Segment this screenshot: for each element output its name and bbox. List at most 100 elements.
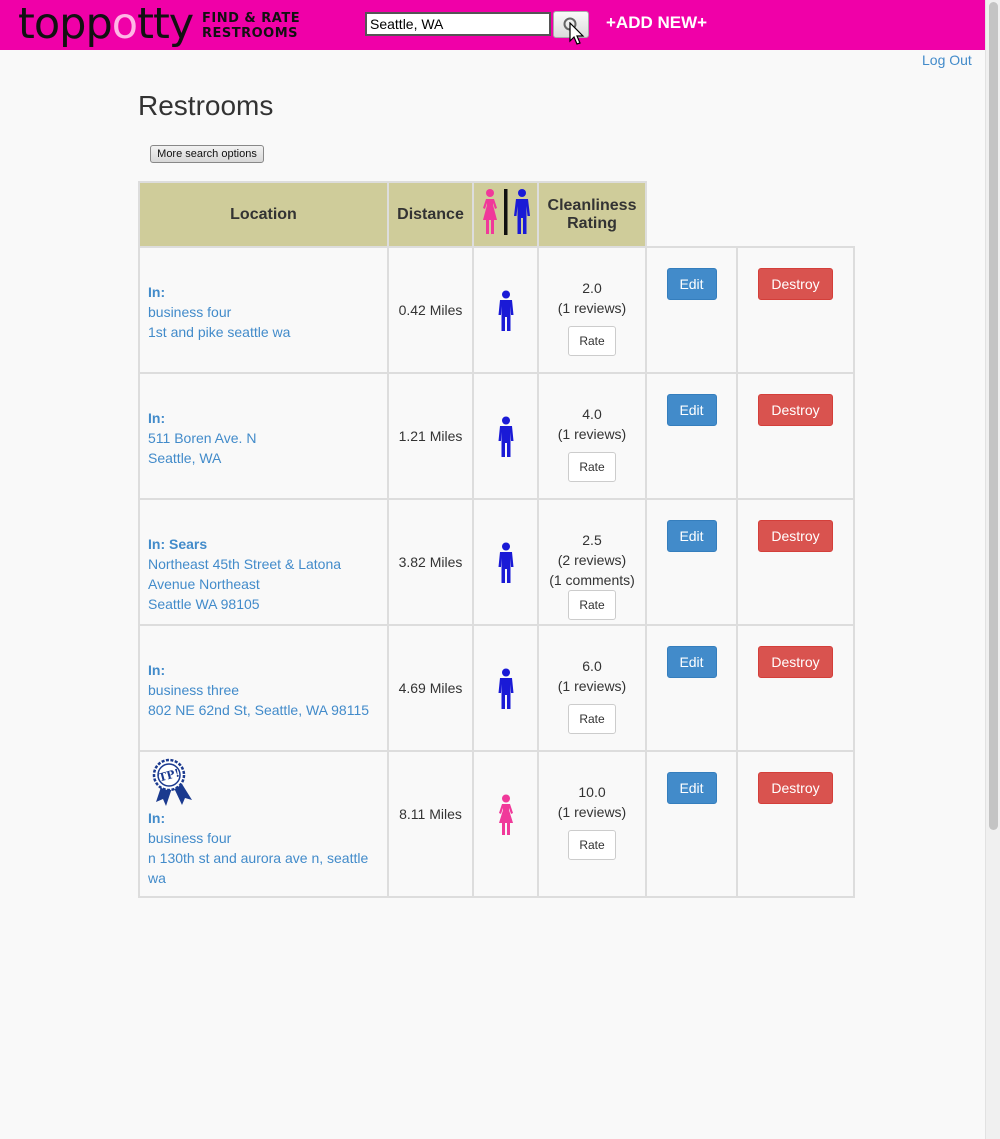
location-prefix: In: Sears bbox=[148, 536, 208, 552]
toppotty-logo[interactable]: toppotty bbox=[18, 0, 194, 50]
destroy-button[interactable]: Destroy bbox=[758, 394, 833, 426]
rate-button[interactable]: Rate bbox=[568, 326, 616, 356]
edit-button[interactable]: Edit bbox=[666, 772, 717, 804]
address-line: 1st and pike seattle wa bbox=[148, 324, 291, 340]
vertical-scrollbar[interactable] bbox=[985, 0, 1000, 1139]
location-prefix: In: bbox=[148, 810, 166, 826]
gender-cell bbox=[472, 624, 539, 752]
logo-text-part: o bbox=[111, 0, 138, 49]
mouse-cursor-icon bbox=[569, 22, 585, 45]
location-text[interactable]: In: 511 Boren Ave. N Seattle, WA bbox=[140, 374, 387, 468]
address-line: Seattle, WA bbox=[148, 450, 222, 466]
rate-button[interactable]: Rate bbox=[568, 452, 616, 482]
table-row: In: 511 Boren Ave. N Seattle, WA 1.21 Miles… bbox=[138, 372, 855, 500]
review-count: (1 reviews) bbox=[557, 678, 627, 694]
edit-cell: Edit bbox=[645, 372, 738, 500]
review-count: (2 reviews) bbox=[557, 552, 627, 568]
top-bar: toppotty FIND & RATE RESTROOMS +ADD NEW+ bbox=[0, 0, 985, 50]
restroom-icon bbox=[482, 189, 530, 235]
rating-value: 10.0 bbox=[578, 784, 606, 800]
location-cell: In: business four 1st and pike seattle wa bbox=[138, 246, 389, 374]
review-count: (1 reviews) bbox=[557, 300, 627, 316]
location-search-input[interactable] bbox=[365, 12, 551, 36]
table-row: In: business four 1st and pike seattle wa 0… bbox=[138, 246, 855, 374]
destroy-button[interactable]: Destroy bbox=[758, 772, 833, 804]
table-header-row: Location Distance Cleanliness Rating bbox=[138, 181, 854, 248]
more-search-options-button[interactable]: More search options bbox=[150, 145, 264, 163]
rating-cell: 4.0 (1 reviews) Rate bbox=[537, 372, 647, 500]
edit-button[interactable]: Edit bbox=[666, 268, 717, 300]
tagline-line-2: RESTROOMS bbox=[202, 26, 299, 41]
tp-award-badge-icon: TP! bbox=[152, 758, 192, 806]
edit-cell: Edit bbox=[645, 624, 738, 752]
rating-value: 2.0 bbox=[582, 280, 602, 296]
address-line: Avenue Northeast bbox=[148, 576, 260, 592]
location-header: Location bbox=[138, 181, 389, 248]
destroy-cell: Destroy bbox=[736, 624, 855, 752]
edit-button[interactable]: Edit bbox=[666, 520, 717, 552]
table-row: In: Sears Northeast 45th Street & Latona A… bbox=[138, 498, 855, 626]
add-new-link[interactable]: +ADD NEW+ bbox=[606, 13, 707, 33]
address-line: business four bbox=[148, 830, 232, 846]
gender-header bbox=[472, 181, 539, 248]
distance-value: 0.42 Miles bbox=[398, 302, 463, 318]
distance-cell: 0.42 Miles bbox=[387, 246, 474, 374]
location-cell: TP! In: business four n 130th st and aurora… bbox=[138, 750, 389, 898]
rating-cell: 2.0 (1 reviews) Rate bbox=[537, 246, 647, 374]
gender-cell bbox=[472, 498, 539, 626]
rate-button[interactable]: Rate bbox=[568, 830, 616, 860]
distance-cell: 1.21 Miles bbox=[387, 372, 474, 500]
page-title: Restrooms bbox=[138, 90, 274, 121]
rating-value: 6.0 bbox=[582, 658, 602, 674]
edit-cell: Edit bbox=[645, 750, 738, 898]
tagline: FIND & RATE RESTROOMS bbox=[202, 11, 300, 41]
edit-button[interactable]: Edit bbox=[666, 394, 717, 426]
rate-button[interactable]: Rate bbox=[568, 590, 616, 620]
address-line: business four bbox=[148, 304, 232, 320]
male-icon bbox=[498, 542, 513, 583]
location-text[interactable]: In: business four 1st and pike seattle wa bbox=[140, 248, 387, 342]
distance-header: Distance bbox=[387, 181, 474, 248]
destroy-button[interactable]: Destroy bbox=[758, 268, 833, 300]
address-line: wa bbox=[148, 870, 166, 886]
location-prefix: In: bbox=[148, 662, 166, 678]
rate-button[interactable]: Rate bbox=[568, 704, 616, 734]
destroy-cell: Destroy bbox=[736, 246, 855, 374]
logout-link[interactable]: Log Out bbox=[922, 52, 972, 68]
location-prefix: In: bbox=[148, 410, 166, 426]
destroy-cell: Destroy bbox=[736, 498, 855, 626]
address-line: 802 NE 62nd St, Seattle, WA 98115 bbox=[148, 702, 370, 718]
comment-count: (1 comments) bbox=[549, 572, 635, 588]
address-line: business three bbox=[148, 682, 240, 698]
male-icon bbox=[498, 668, 513, 709]
edit-button[interactable]: Edit bbox=[666, 646, 717, 678]
scrollbar-thumb[interactable] bbox=[989, 2, 998, 830]
distance-value: 3.82 Miles bbox=[398, 554, 463, 570]
location-text[interactable]: In: Sears Northeast 45th Street & Latona A… bbox=[140, 500, 387, 614]
male-icon bbox=[498, 290, 513, 331]
review-count: (1 reviews) bbox=[557, 426, 627, 442]
rating-value: 4.0 bbox=[582, 406, 602, 422]
rating-cell: 2.5 (2 reviews) (1 comments) Rate bbox=[537, 498, 647, 626]
distance-cell: 4.69 Miles bbox=[387, 624, 474, 752]
location-cell: In: 511 Boren Ave. N Seattle, WA bbox=[138, 372, 389, 500]
cleanliness-rating-header: Cleanliness Rating bbox=[537, 181, 647, 248]
edit-cell: Edit bbox=[645, 498, 738, 626]
review-count: (1 reviews) bbox=[557, 804, 627, 820]
rating-value: 2.5 bbox=[582, 532, 602, 548]
location-text[interactable]: In: business three 802 NE 62nd St, Seattle… bbox=[140, 626, 387, 720]
address-line: Northeast 45th Street & Latona bbox=[148, 556, 342, 572]
destroy-button[interactable]: Destroy bbox=[758, 646, 833, 678]
gender-cell bbox=[472, 246, 539, 374]
distance-value: 8.11 Miles bbox=[399, 806, 462, 822]
distance-cell: 8.11 Miles bbox=[387, 750, 474, 898]
address-line: n 130th st and aurora ave n, seattle bbox=[148, 850, 369, 866]
male-icon bbox=[498, 416, 513, 457]
destroy-button[interactable]: Destroy bbox=[758, 520, 833, 552]
header-spacer bbox=[737, 182, 854, 247]
logo-text-part: topp bbox=[18, 0, 113, 49]
location-text[interactable]: TP! In: business four n 130th st and aurora… bbox=[140, 752, 387, 888]
tagline-line-1: FIND & RATE bbox=[202, 11, 301, 26]
cleanliness-header-line-1: Cleanliness bbox=[547, 196, 637, 214]
rating-cell: 6.0 (1 reviews) Rate bbox=[537, 624, 647, 752]
